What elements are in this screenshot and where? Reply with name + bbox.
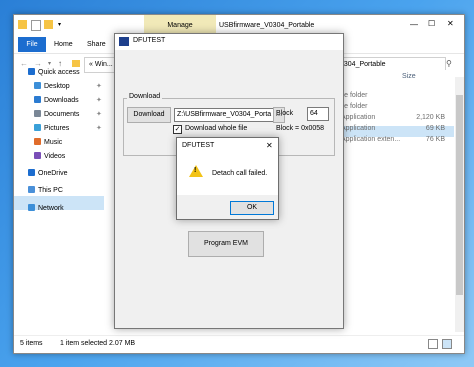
sidebar-item-label: Quick access (38, 69, 80, 76)
file-type-cell: Application exten... (341, 136, 401, 143)
address-folder-name: 0304_Portable (340, 61, 386, 68)
sidebar-item-label: Downloads (44, 97, 79, 104)
sidebar-item-this-pc[interactable]: This PC (28, 185, 63, 197)
back-arrow-icon[interactable]: ← (20, 59, 28, 68)
vertical-scrollbar[interactable] (455, 77, 464, 332)
status-bar: 5 items 1 item selected 2.07 MB (14, 335, 464, 353)
sidebar-item-label: OneDrive (38, 170, 68, 177)
properties-icon[interactable] (31, 20, 41, 31)
home-tab[interactable]: Home (54, 37, 73, 52)
sidebar-item-documents[interactable]: Documents ✦ (34, 109, 102, 121)
block-label: Block (276, 110, 294, 117)
sidebar-item-label: Network (38, 205, 64, 212)
sidebar-item-downloads[interactable]: Downloads ✦ (34, 95, 102, 107)
network-icon (28, 204, 35, 211)
sidebar-item-videos[interactable]: Videos (34, 151, 65, 163)
share-tab[interactable]: Share (87, 37, 106, 52)
pictures-icon (34, 124, 41, 131)
dialog-title: DFUTEST (182, 142, 215, 149)
videos-icon (34, 152, 41, 159)
large-icons-view-icon[interactable] (442, 339, 452, 349)
download-button[interactable]: Download (127, 107, 171, 123)
recent-dropdown-icon[interactable]: ▾ (48, 60, 51, 67)
dfutest-app-icon (119, 37, 129, 46)
selection-info: 1 item selected 2.07 MB (60, 340, 136, 347)
folder-icon (72, 60, 80, 67)
dialog-close-button[interactable]: ✕ (266, 141, 273, 150)
dialog-titlebar: DFUTEST ✕ (177, 138, 278, 153)
sidebar-item-label: Desktop (44, 83, 70, 90)
sidebar-item-label: Music (44, 139, 63, 146)
sidebar-item-pictures[interactable]: Pictures ✦ (34, 123, 102, 135)
minimize-button[interactable]: — (410, 20, 418, 29)
documents-icon (34, 110, 41, 117)
close-button[interactable]: ✕ (447, 19, 454, 28)
download-whole-file-label: Download whole file (185, 125, 248, 132)
pin-icon: ✦ (96, 97, 102, 104)
cloud-icon (28, 169, 35, 176)
dfutest-titlebar: DFUTEST (115, 34, 343, 50)
music-icon (34, 138, 41, 145)
scrollbar-thumb[interactable] (456, 95, 463, 295)
item-count: 5 items (20, 340, 43, 347)
details-view-icon[interactable] (428, 339, 438, 349)
new-folder-icon[interactable] (44, 20, 53, 29)
sidebar-item-label: Documents (44, 111, 80, 118)
file-type-cell: Application (341, 125, 376, 132)
pin-icon: ✦ (96, 83, 102, 90)
dialog-body: ! Detach call failed. (177, 153, 278, 195)
dfutest-title: DFUTEST (133, 37, 166, 44)
size-column-header[interactable]: Size (402, 73, 416, 80)
block-address: Block = 0x0058 (276, 125, 325, 132)
dialog-message: Detach call failed. (212, 170, 268, 177)
block-size-field[interactable]: 64 (307, 107, 329, 121)
pin-icon: ✦ (96, 125, 102, 132)
file-size-cell: 76 KB (425, 136, 445, 143)
file-type-cell: Application (341, 114, 376, 121)
file-size-cell: 69 KB (425, 125, 445, 132)
download-icon (34, 96, 41, 103)
maximize-button[interactable]: ☐ (428, 19, 435, 28)
ok-button[interactable]: OK (230, 201, 274, 215)
program-evm-button[interactable]: Program EVM (188, 231, 264, 257)
sidebar-item-onedrive[interactable]: OneDrive (28, 168, 68, 180)
window-title: USBfirmware_V0304_Portable (219, 22, 315, 29)
sidebar-item-label: This PC (38, 187, 63, 194)
download-group-label: Download (127, 93, 163, 100)
folder-icon (18, 20, 27, 29)
download-whole-file-checkbox[interactable]: ✓ (173, 125, 182, 134)
quick-access-dropdown-icon[interactable]: ▾ (58, 21, 61, 28)
file-tab[interactable]: File (18, 37, 46, 52)
sidebar-item-desktop[interactable]: Desktop ✦ (34, 81, 102, 93)
address-text: Win... (94, 61, 113, 68)
file-path-field[interactable]: Z:\USBfirmware_V0304_Porta (174, 108, 274, 122)
file-size-cell: 2,120 KB (416, 114, 445, 121)
file-type-cell: ile folder (341, 92, 368, 99)
sidebar-item-quick-access[interactable]: Quick access (28, 67, 80, 79)
star-icon (28, 68, 35, 75)
desktop-icon (34, 82, 41, 89)
file-type-cell: ile folder (341, 103, 368, 110)
pin-icon: ✦ (96, 111, 102, 118)
computer-icon (28, 186, 35, 193)
error-dialog: DFUTEST ✕ ! Detach call failed. OK (176, 137, 279, 220)
sidebar-item-network[interactable]: Network (28, 203, 64, 215)
sidebar-item-music[interactable]: Music (34, 137, 62, 149)
warning-mark: ! (194, 167, 197, 174)
sidebar-item-label: Pictures (44, 125, 70, 132)
file-list-visible-columns (339, 70, 464, 340)
search-icon[interactable]: ⚲ (446, 59, 452, 68)
sidebar-item-label: Videos (44, 153, 66, 160)
